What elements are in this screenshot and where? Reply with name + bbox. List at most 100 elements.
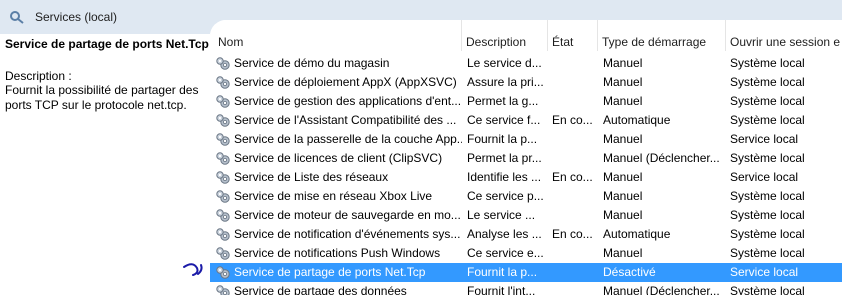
service-row[interactable]: Service de moteur de sauvegarde en mo...… (210, 206, 842, 225)
service-row[interactable]: Service de licences de client (ClipSVC) P… (210, 149, 842, 168)
service-logon: Service local (730, 132, 799, 146)
service-name: Service de partage des données (234, 284, 407, 295)
service-state (552, 92, 596, 111)
service-logon: Service local (730, 170, 799, 184)
service-name: Service de notification d'événements sys… (234, 227, 461, 241)
service-description: Permet la pr... (467, 151, 542, 165)
service-description: Fournit la p... (467, 265, 538, 279)
service-logon: Système local (730, 56, 805, 70)
gear-icon (216, 209, 230, 222)
selected-service-title: Service de partage de ports Net.Tcp (5, 37, 209, 51)
gear-icon (216, 133, 230, 146)
service-state (552, 73, 596, 92)
service-state (552, 54, 596, 73)
service-row[interactable]: Service de Liste des réseaux Identifie le… (210, 168, 842, 187)
gear-icon (216, 285, 230, 295)
gear-icon (216, 171, 230, 184)
service-row[interactable]: Service de gestion des applications d'en… (210, 92, 842, 111)
service-startup-type: Manuel (Déclencher... (603, 151, 720, 165)
service-state (552, 149, 596, 168)
services-list[interactable]: Nom Description État Type de démarrage O… (210, 20, 842, 295)
service-state (552, 263, 596, 282)
service-row[interactable]: Service de déploiement AppX (AppXSVC) Ass… (210, 73, 842, 92)
service-name: Service de partage de ports Net.Tcp (234, 265, 426, 279)
description-text: Fournit la possibilité de partager des p… (5, 83, 199, 112)
service-name: Service de la passerelle de la couche Ap… (234, 132, 462, 146)
service-startup-type: Manuel (603, 56, 643, 70)
service-row[interactable]: Service de mise en réseau Xbox Live Ce se… (210, 187, 842, 206)
list-header: Nom Description État Type de démarrage O… (210, 20, 842, 51)
column-header-description[interactable]: Description (462, 20, 548, 51)
service-row[interactable]: Service de l'Assistant Compatibilité des… (210, 111, 842, 130)
service-logon: Système local (730, 113, 805, 127)
description-label: Description : (5, 69, 72, 83)
service-startup-type: Manuel (603, 189, 643, 203)
service-row[interactable]: Service de la passerelle de la couche Ap… (210, 130, 842, 149)
gear-icon (216, 114, 230, 127)
service-name: Service de démo du magasin (234, 56, 390, 70)
service-description: Ce service f... (467, 113, 541, 127)
column-header-name[interactable]: Nom (210, 20, 462, 51)
service-logon: Système local (730, 94, 805, 108)
service-description: Fournit l'int... (467, 284, 536, 295)
gear-icon (216, 228, 230, 241)
service-startup-type: Automatique (603, 113, 671, 127)
service-row[interactable]: Service de partage de ports Net.Tcp Fourn… (210, 263, 842, 282)
service-startup-type: Manuel (Déclencher... (603, 284, 720, 295)
service-state (552, 282, 596, 295)
service-description: Le service ... (467, 208, 536, 222)
column-header-startup-type[interactable]: Type de démarrage (598, 20, 726, 51)
service-startup-type: Manuel (603, 208, 643, 222)
service-state (552, 206, 596, 225)
service-description: Fournit la p... (467, 132, 538, 146)
service-name: Service de mise en réseau Xbox Live (234, 189, 433, 203)
gear-icon (216, 95, 230, 108)
column-header-logon[interactable]: Ouvrir une session e (726, 20, 842, 51)
service-logon: Système local (730, 151, 805, 165)
service-startup-type: Désactivé (603, 265, 656, 279)
service-startup-type: Automatique (603, 227, 671, 241)
service-state: En co... (552, 227, 593, 241)
service-name: Service de l'Assistant Compatibilité des… (234, 113, 457, 127)
service-row[interactable]: Service de notification d'événements sys… (210, 225, 842, 244)
service-logon: Service local (730, 265, 799, 279)
service-row[interactable]: Service de partage des données Fournit l'… (210, 282, 842, 295)
services-icon (10, 11, 24, 24)
service-description: Analyse les ... (467, 227, 542, 241)
service-startup-type: Manuel (603, 132, 643, 146)
service-logon: Système local (730, 208, 805, 222)
service-row[interactable]: Service de notifications Push Windows Ce … (210, 244, 842, 263)
service-description: Identifie les ... (467, 170, 542, 184)
service-description: Assure la pri... (467, 75, 544, 89)
service-startup-type: Manuel (603, 94, 643, 108)
service-state: En co... (552, 170, 593, 184)
service-logon: Système local (730, 227, 805, 241)
service-startup-type: Manuel (603, 170, 643, 184)
service-state (552, 187, 596, 206)
service-logon: Système local (730, 75, 805, 89)
service-state: En co... (552, 113, 593, 127)
service-name: Service de moteur de sauvegarde en mo... (234, 208, 461, 222)
service-description: Ce service p... (467, 189, 544, 203)
service-name: Service de Liste des réseaux (234, 170, 389, 184)
service-logon: Système local (730, 246, 805, 260)
service-logon: Système local (730, 284, 805, 295)
extended-detail-pane: Service de partage de ports Net.Tcp Desc… (0, 34, 210, 295)
service-logon: Système local (730, 189, 805, 203)
service-row[interactable]: Service de démo du magasin Le service d..… (210, 54, 842, 73)
gear-icon (216, 152, 230, 165)
gear-icon (216, 247, 230, 260)
service-state (552, 244, 596, 263)
gear-icon (216, 76, 230, 89)
service-description: Permet la g... (467, 94, 539, 108)
service-name: Service de licences de client (ClipSVC) (234, 151, 443, 165)
service-startup-type: Manuel (603, 75, 643, 89)
service-startup-type: Manuel (603, 246, 643, 260)
column-header-state[interactable]: État (548, 20, 598, 51)
service-description: Le service d... (467, 56, 542, 70)
service-description: Ce service e... (467, 246, 544, 260)
service-name: Service de déploiement AppX (AppXSVC) (234, 75, 457, 89)
hand-drawn-arrow-icon (183, 263, 203, 276)
service-name: Service de notifications Push Windows (234, 246, 441, 260)
service-state (552, 130, 596, 149)
